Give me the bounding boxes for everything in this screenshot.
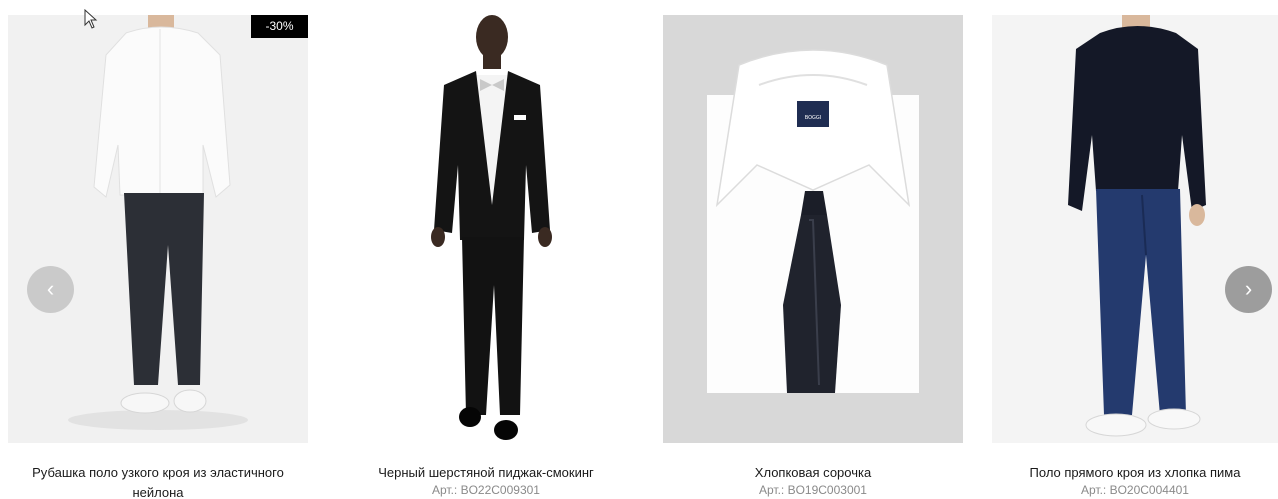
product-carousel: -30% Рубашка поло узкого кроя из эластич… — [0, 0, 1278, 499]
carousel-prev-button[interactable]: ‹ — [27, 266, 74, 313]
product-sku: Арт.: BO20C004401 — [1081, 483, 1189, 497]
product-card[interactable]: Черный шерстяной пиджак-смокинг Арт.: BO… — [336, 15, 636, 498]
product-title[interactable]: Поло прямого кроя из хлопка пима — [992, 463, 1278, 483]
product-image[interactable]: -30% — [8, 15, 308, 443]
mouse-cursor-icon — [84, 9, 98, 29]
discount-badge: -30% — [251, 15, 308, 38]
product-image[interactable] — [336, 15, 636, 443]
product-image[interactable]: BOGGI — [663, 15, 963, 443]
product-sku: Арт.: BO22C009301 — [432, 483, 540, 497]
product-sku: Арт.: BO19C003001 — [759, 483, 867, 497]
product-title[interactable]: Черный шерстяной пиджак-смокинг — [336, 463, 636, 483]
chevron-right-icon: › — [1244, 276, 1253, 301]
chevron-left-icon: ‹ — [46, 276, 55, 301]
product-card[interactable]: Поло прямого кроя из хлопка пима Арт.: B… — [992, 15, 1278, 498]
carousel-next-button[interactable]: › — [1225, 266, 1272, 313]
product-card[interactable]: -30% Рубашка поло узкого кроя из эластич… — [8, 15, 308, 499]
product-card[interactable]: BOGGI Хлопковая сорочка Арт.: BO19C00300… — [663, 15, 963, 498]
product-title[interactable]: Рубашка поло узкого кроя из эластичного … — [8, 463, 308, 499]
product-image[interactable] — [992, 15, 1278, 443]
product-title[interactable]: Хлопковая сорочка — [663, 463, 963, 483]
svg-text:BOGGI: BOGGI — [805, 115, 822, 121]
